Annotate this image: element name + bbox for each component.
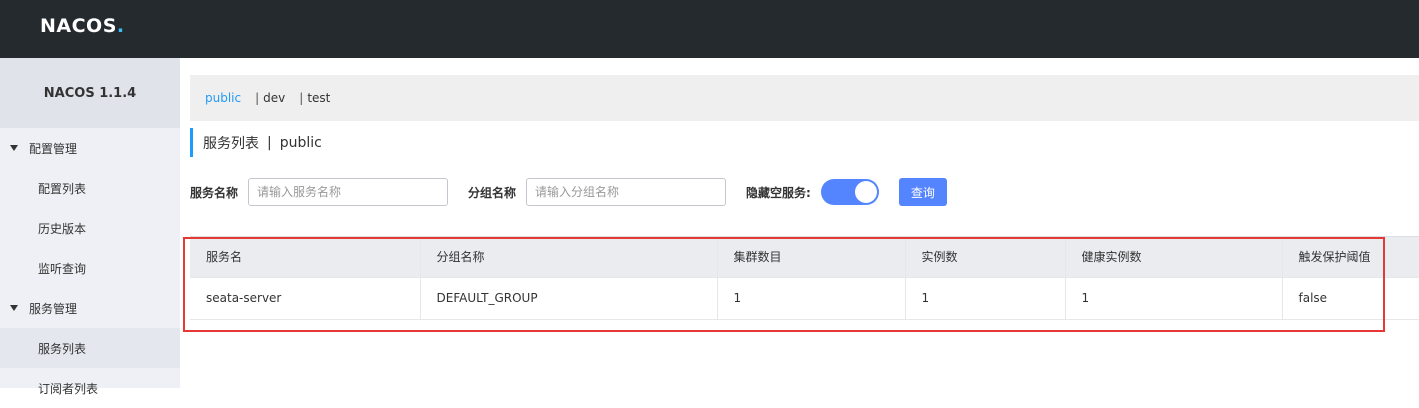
table-row[interactable]: seata-server DEFAULT_GROUP 1 1 1 false: [190, 276, 1419, 320]
namespace-dev[interactable]: dev: [263, 91, 285, 105]
group-name-input[interactable]: [526, 178, 727, 206]
namespace-bar: public | dev | test: [190, 75, 1419, 121]
logo-dot: .: [116, 15, 125, 37]
namespace-separator: |: [255, 91, 260, 105]
hide-empty-label: 隐藏空服务:: [746, 185, 811, 200]
column-header-group-name[interactable]: 分组名称: [420, 237, 718, 277]
service-name-input[interactable]: [248, 178, 449, 206]
column-header-cluster-count[interactable]: 集群数目: [717, 237, 906, 277]
group-name-label: 分组名称: [468, 185, 517, 200]
menu-item-history-version[interactable]: 历史版本: [0, 208, 180, 248]
cell-protect-threshold: false: [1282, 276, 1419, 320]
caret-down-icon: [10, 145, 18, 151]
menu-group-label: 服务管理: [29, 301, 78, 316]
toggle-knob: [854, 181, 877, 203]
hide-empty-toggle[interactable]: [820, 179, 879, 205]
column-header-service-name[interactable]: 服务名: [190, 237, 421, 277]
menu-item-listener-query[interactable]: 监听查询: [0, 248, 180, 288]
column-header-instance-count[interactable]: 实例数: [905, 237, 1066, 277]
menu-item-service-list[interactable]: 服务列表: [0, 328, 180, 368]
top-navbar: NACOS.: [0, 0, 1419, 58]
menu-group-config-management[interactable]: 配置管理: [0, 128, 180, 168]
namespace-public[interactable]: public: [205, 91, 241, 105]
menu-group-label: 配置管理: [29, 141, 78, 156]
service-table: 服务名 分组名称 集群数目 实例数 健康实例数 触发保护阈值 seata-ser…: [190, 236, 1419, 321]
namespace-test[interactable]: test: [307, 91, 330, 105]
cell-group-name: DEFAULT_GROUP: [420, 276, 718, 320]
menu-item-config-list[interactable]: 配置列表: [0, 168, 180, 208]
service-name-label: 服务名称: [190, 185, 239, 200]
nacos-logo[interactable]: NACOS.: [40, 14, 124, 38]
page-title: 服务列表 | public: [190, 128, 322, 157]
sidebar-version-title: NACOS 1.1.4: [0, 58, 180, 128]
menu-item-subscriber-list[interactable]: 订阅者列表: [0, 368, 180, 408]
caret-down-icon: [10, 305, 18, 311]
page-title-text: 服务列表: [203, 135, 259, 152]
filter-bar: 服务名称 分组名称 隐藏空服务: 查询: [190, 178, 947, 206]
cell-cluster-count: 1: [717, 276, 906, 320]
logo-text: NACOS: [40, 15, 117, 37]
page-title-namespace: public: [279, 134, 322, 151]
title-separator: |: [267, 134, 272, 151]
cell-instance-count: 1: [905, 276, 1066, 320]
main-content: public | dev | test 服务列表 | public 服务名称 分…: [180, 58, 1419, 388]
menu-group-service-management[interactable]: 服务管理: [0, 288, 180, 328]
column-header-protect-threshold[interactable]: 触发保护阈值: [1282, 237, 1419, 277]
sidebar: NACOS 1.1.4 配置管理 配置列表 历史版本 监听查询 服务管理 服务列…: [0, 58, 180, 396]
query-button[interactable]: 查询: [898, 178, 947, 206]
namespace-separator: |: [299, 91, 304, 105]
table-header-row: 服务名 分组名称 集群数目 实例数 健康实例数 触发保护阈值: [190, 237, 1419, 277]
column-header-healthy-instance-count[interactable]: 健康实例数: [1065, 237, 1283, 277]
cell-service-name: seata-server: [190, 276, 421, 320]
cell-healthy-instance-count: 1: [1065, 276, 1283, 320]
